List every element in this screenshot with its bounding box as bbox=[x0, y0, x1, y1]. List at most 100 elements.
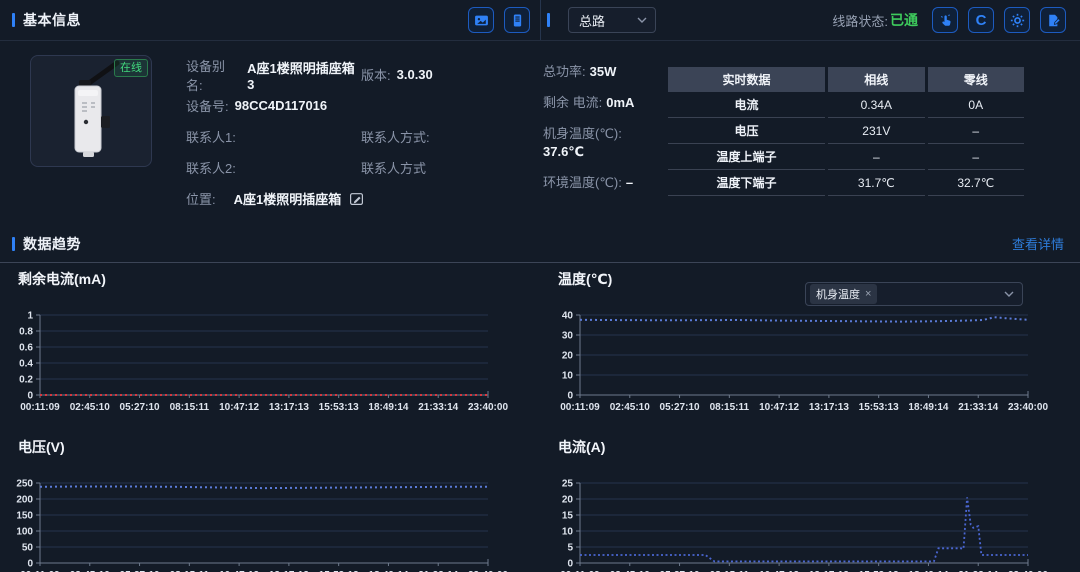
version-label: 版本: bbox=[361, 65, 391, 84]
voltage-chart: 电压(V) 05010015020025000:11:0902:45:1005:… bbox=[0, 431, 540, 572]
svg-text:100: 100 bbox=[16, 527, 33, 538]
temperature-plot[interactable]: 01020304000:11:0902:45:1005:27:1008:15:1… bbox=[550, 309, 1080, 429]
manual-control-button[interactable] bbox=[932, 7, 958, 33]
svg-text:05:27:10: 05:27:10 bbox=[120, 402, 160, 413]
svg-text:0.2: 0.2 bbox=[19, 375, 33, 386]
chart-title: 电压(V) bbox=[18, 439, 540, 455]
residual-current-plot[interactable]: 00.20.40.60.8100:11:0902:45:1005:27:1008… bbox=[10, 309, 540, 429]
svg-text:15: 15 bbox=[562, 511, 574, 522]
section-accent-bar bbox=[12, 13, 15, 27]
series-tag-label: 机身温度 bbox=[816, 286, 860, 302]
svg-text:0: 0 bbox=[567, 559, 573, 570]
body-temp-value: 37.6℃ bbox=[543, 144, 584, 159]
refresh-icon: C bbox=[976, 13, 987, 28]
residual-current-value: 0mA bbox=[606, 95, 634, 110]
env-temp-label: 环境温度(℃): bbox=[543, 175, 622, 190]
svg-text:10:47:12: 10:47:12 bbox=[219, 402, 259, 413]
svg-text:10:47:12: 10:47:12 bbox=[759, 402, 799, 413]
table-header: 实时数据 bbox=[668, 67, 825, 92]
svg-text:00:11:09: 00:11:09 bbox=[560, 402, 600, 413]
svg-text:40: 40 bbox=[562, 311, 574, 322]
residual-current-label: 剩余 电流: bbox=[543, 95, 602, 110]
table-cell: 0.34A bbox=[828, 92, 924, 118]
contact1-label: 联系人1: bbox=[186, 127, 236, 146]
svg-text:5: 5 bbox=[567, 543, 573, 554]
basic-info-title: 基本信息 bbox=[23, 10, 81, 30]
body-temp-label: 机身温度(℃): bbox=[543, 126, 622, 141]
svg-text:02:45:10: 02:45:10 bbox=[70, 402, 110, 413]
residual-current-chart: 剩余电流(mA) 00.20.40.60.8100:11:0902:45:100… bbox=[0, 263, 540, 431]
svg-text:21:33:14: 21:33:14 bbox=[958, 402, 998, 413]
svg-text:18:49:14: 18:49:14 bbox=[368, 402, 408, 413]
svg-text:0: 0 bbox=[27, 559, 33, 570]
svg-text:05:27:10: 05:27:10 bbox=[660, 402, 700, 413]
realtime-stats: 总功率:35W 剩余 电流:0mA 机身温度(℃):37.6℃ 环境温度(℃):… bbox=[543, 55, 651, 225]
table-cell: – bbox=[928, 144, 1024, 170]
realtime-data-table: 实时数据 相线 零线 电流 0.34A 0A 电压 231V – 温度上端子 bbox=[665, 67, 1027, 225]
chevron-down-icon bbox=[637, 17, 647, 23]
power-label: 总功率: bbox=[543, 64, 586, 79]
table-cell: 电流 bbox=[668, 92, 825, 118]
svg-text:0.4: 0.4 bbox=[19, 359, 33, 370]
alias-label: 设备别名: bbox=[186, 56, 241, 94]
location-label: 位置: bbox=[186, 189, 216, 208]
device-icon bbox=[510, 13, 525, 28]
document-edit-icon bbox=[1046, 13, 1061, 28]
table-row: 温度上端子 – – bbox=[668, 144, 1024, 170]
device-photo-card: 在线 bbox=[30, 55, 152, 167]
data-trends-header: 数据趋势 查看详情 bbox=[0, 225, 1080, 263]
table-cell: 31.7℃ bbox=[828, 170, 924, 196]
settings-button[interactable] bbox=[1004, 7, 1030, 33]
svg-text:13:17:13: 13:17:13 bbox=[269, 402, 309, 413]
device-view-button[interactable] bbox=[504, 7, 530, 33]
svg-text:20: 20 bbox=[562, 351, 574, 362]
hand-pointer-icon bbox=[938, 13, 953, 28]
refresh-button[interactable]: C bbox=[968, 7, 994, 33]
table-header: 相线 bbox=[828, 67, 924, 92]
remove-tag-icon[interactable]: × bbox=[865, 288, 871, 300]
device-no-label: 设备号: bbox=[186, 96, 229, 115]
env-temp-value: – bbox=[626, 175, 633, 190]
device-no-value: 98CC4D117016 bbox=[235, 98, 328, 113]
svg-text:21:33:14: 21:33:14 bbox=[418, 402, 458, 413]
table-row: 温度下端子 31.7℃ 32.7℃ bbox=[668, 170, 1024, 196]
table-cell: 电压 bbox=[668, 118, 825, 144]
contact2-label: 联系人2: bbox=[186, 158, 236, 177]
chart-title: 电流(A) bbox=[558, 439, 1080, 455]
table-cell: – bbox=[828, 144, 924, 170]
table-cell: 32.7℃ bbox=[928, 170, 1024, 196]
svg-text:1: 1 bbox=[27, 311, 33, 322]
svg-text:15:53:13: 15:53:13 bbox=[319, 402, 359, 413]
table-cell: – bbox=[928, 118, 1024, 144]
report-edit-button[interactable] bbox=[1040, 7, 1066, 33]
online-status-badge: 在线 bbox=[114, 59, 148, 77]
current-chart: 电流(A) 051015202500:11:0902:45:1005:27:10… bbox=[540, 431, 1080, 572]
selected-series-tag: 机身温度 × bbox=[810, 284, 877, 304]
section-accent-bar bbox=[547, 13, 550, 27]
chevron-down-icon bbox=[1004, 291, 1014, 297]
table-cell: 温度上端子 bbox=[668, 144, 825, 170]
svg-text:23:40:00: 23:40:00 bbox=[468, 402, 508, 413]
temperature-series-select[interactable]: 机身温度 × bbox=[805, 282, 1023, 306]
section-accent-bar bbox=[12, 237, 15, 251]
voltage-plot[interactable]: 05010015020025000:11:0902:45:1005:27:100… bbox=[10, 477, 540, 572]
edit-location-button[interactable] bbox=[349, 191, 364, 206]
svg-text:0: 0 bbox=[567, 391, 573, 402]
current-plot[interactable]: 051015202500:11:0902:45:1005:27:1008:15:… bbox=[550, 477, 1080, 572]
svg-text:30: 30 bbox=[562, 331, 574, 342]
svg-text:18:49:14: 18:49:14 bbox=[908, 402, 948, 413]
svg-text:200: 200 bbox=[16, 495, 33, 506]
line-status-label: 线路状态: bbox=[832, 11, 888, 30]
version-value: 3.0.30 bbox=[397, 67, 433, 82]
svg-text:150: 150 bbox=[16, 511, 33, 522]
table-cell: 0A bbox=[928, 92, 1024, 118]
line-status-value: 已通 bbox=[890, 10, 918, 30]
view-details-link[interactable]: 查看详情 bbox=[1012, 234, 1064, 253]
table-row: 电压 231V – bbox=[668, 118, 1024, 144]
svg-text:08:15:11: 08:15:11 bbox=[710, 402, 750, 413]
line-select[interactable]: 总路 bbox=[568, 7, 656, 33]
svg-text:0: 0 bbox=[27, 391, 33, 402]
temperature-chart: 温度(℃) 机身温度 × 01020304000:11:0902:45:1005… bbox=[540, 263, 1080, 431]
image-view-button[interactable] bbox=[468, 7, 494, 33]
svg-text:08:15:11: 08:15:11 bbox=[170, 402, 210, 413]
